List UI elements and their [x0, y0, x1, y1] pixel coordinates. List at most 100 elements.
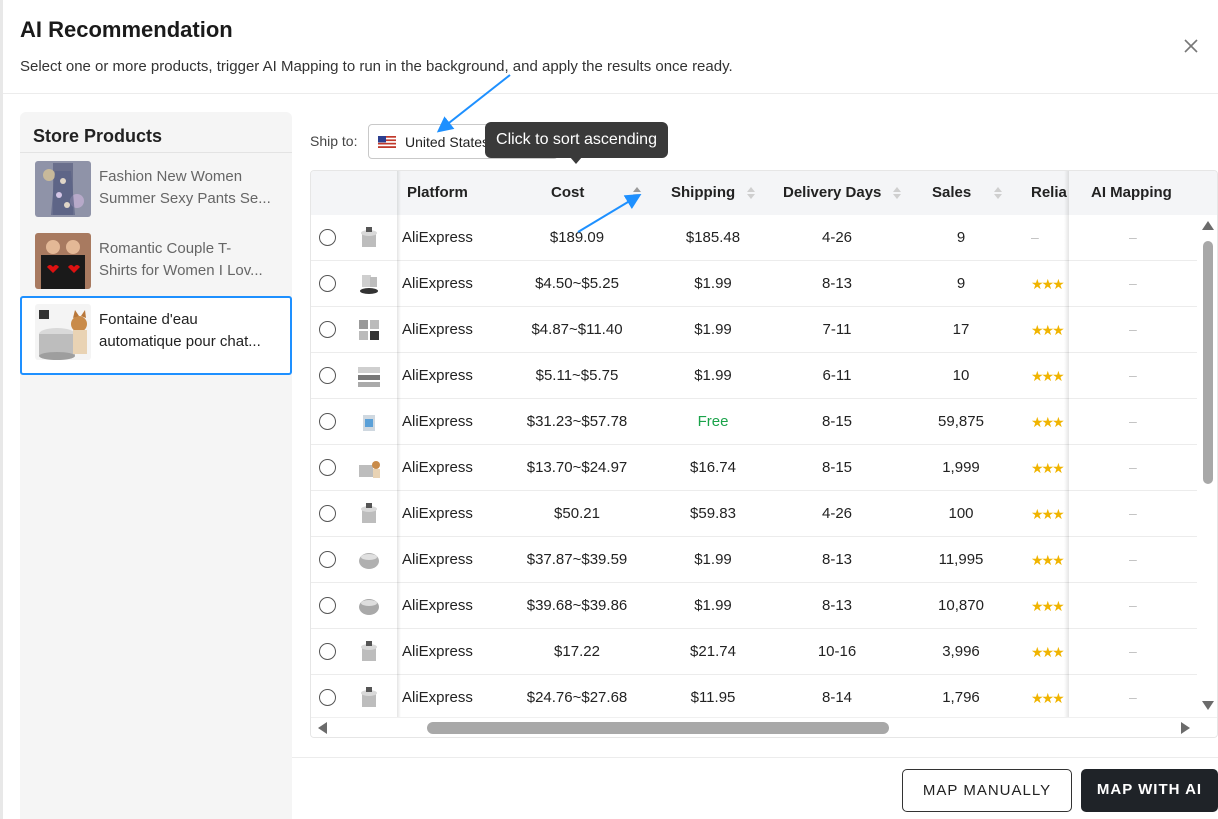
column-sales[interactable]: Sales	[932, 184, 971, 201]
shipping-cell: Free	[697, 413, 729, 430]
ai-mapping-cell: –	[1129, 689, 1137, 705]
row-select-radio[interactable]	[319, 643, 336, 660]
reliability-stars: ★★★	[1031, 368, 1065, 384]
platform-cell: AliExpress	[402, 551, 473, 568]
sales-cell: 3,996	[942, 643, 980, 660]
map-with-ai-button[interactable]: MAP WITH AI	[1081, 769, 1218, 812]
ai-mapping-cell: –	[1129, 505, 1137, 521]
shipping-cell: $1.99	[694, 551, 732, 568]
shipping-cell: $185.48	[685, 229, 741, 246]
fixed-column-shadow	[397, 171, 401, 717]
store-product-item[interactable]: Romantic Couple T- Shirts for Women I Lo…	[20, 225, 292, 297]
row-select-radio[interactable]	[319, 367, 336, 384]
store-product-item[interactable]: Fashion New Women Summer Sexy Pants Se..…	[20, 153, 292, 225]
row-select-radio[interactable]	[319, 229, 336, 246]
tooltip-arrow	[570, 157, 582, 164]
table-header: Platform Cost Shipping Delivery Days Sal…	[311, 171, 1217, 215]
ship-to-label: Ship to:	[310, 133, 358, 149]
ai-mapping-cell: –	[1129, 459, 1137, 475]
row-select-radio[interactable]	[319, 505, 336, 522]
shipping-cell: $1.99	[694, 275, 732, 292]
cost-sort-icon[interactable]	[632, 186, 642, 200]
platform-cell: AliExpress	[402, 597, 473, 614]
close-icon[interactable]	[1180, 35, 1202, 57]
shipping-sort-icon[interactable]	[746, 186, 756, 200]
row-select-radio[interactable]	[319, 459, 336, 476]
reliability-empty: –	[1031, 229, 1039, 245]
delivery-sort-icon[interactable]	[892, 186, 902, 200]
delivery-days-cell: 8-13	[821, 275, 853, 292]
delivery-days-cell: 6-11	[822, 367, 852, 384]
modal-left-edge	[0, 0, 3, 819]
sales-cell: 17	[952, 321, 970, 338]
product-thumbnail	[359, 461, 380, 478]
map-manually-button[interactable]: MAP MANUALLY	[902, 769, 1072, 812]
ai-mapping-cell: –	[1129, 597, 1137, 613]
delivery-days-cell: 8-15	[821, 459, 853, 476]
cost-cell: $4.87~$11.40	[531, 321, 623, 338]
ai-mapping-cell: –	[1129, 551, 1137, 567]
column-delivery-days[interactable]: Delivery Days	[783, 184, 881, 201]
header-divider	[3, 93, 1218, 94]
cost-cell: $17.22	[554, 643, 600, 660]
product-name: Fontaine d'eau automatique pour chat...	[99, 311, 261, 350]
product-thumbnail	[35, 304, 91, 360]
product-name: Romantic Couple T- Shirts for Women I Lo…	[99, 240, 263, 279]
cost-cell: $5.11~$5.75	[535, 367, 619, 384]
horizontal-scrollbar[interactable]	[311, 717, 1217, 737]
shipping-cell: $1.99	[694, 321, 732, 338]
row-select-radio[interactable]	[319, 551, 336, 568]
scroll-right-icon[interactable]	[1181, 722, 1190, 734]
row-select-radio[interactable]	[319, 597, 336, 614]
reliability-stars: ★★★	[1031, 506, 1065, 522]
cost-cell: $39.68~$39.86	[526, 597, 628, 614]
horizontal-scroll-thumb[interactable]	[427, 722, 889, 734]
fixed-column-shadow	[1064, 171, 1069, 717]
vertical-scroll-thumb[interactable]	[1203, 241, 1213, 484]
sales-sort-icon[interactable]	[993, 186, 1003, 200]
shipping-cell: $11.95	[690, 689, 736, 706]
sales-cell: 9	[956, 229, 966, 246]
products-table: Platform Cost Shipping Delivery Days Sal…	[310, 170, 1218, 738]
row-select-radio[interactable]	[319, 413, 336, 430]
column-shipping[interactable]: Shipping	[671, 184, 735, 201]
reliability-stars: ★★★	[1031, 276, 1065, 292]
scroll-left-icon[interactable]	[318, 722, 327, 734]
ai-mapping-cell: –	[1129, 643, 1137, 659]
scroll-down-icon[interactable]	[1202, 701, 1214, 710]
reliability-stars: ★★★	[1031, 552, 1065, 568]
product-thumbnail	[359, 599, 379, 615]
sales-cell: 9	[956, 275, 966, 292]
vertical-scrollbar[interactable]	[1199, 215, 1217, 717]
store-products-title: Store Products	[33, 126, 163, 146]
reliability-stars: ★★★	[1031, 322, 1065, 338]
platform-cell: AliExpress	[402, 689, 473, 706]
sales-cell: 10	[952, 367, 970, 384]
platform-cell: AliExpress	[402, 229, 473, 246]
ai-mapping-cell: –	[1129, 367, 1137, 383]
column-cost[interactable]: Cost	[551, 184, 584, 201]
product-thumbnail	[361, 503, 377, 523]
row-select-radio[interactable]	[319, 689, 336, 706]
row-select-radio[interactable]	[319, 275, 336, 292]
product-thumbnail	[363, 415, 375, 431]
shipping-cell: $16.74	[690, 459, 736, 476]
product-thumbnail	[360, 275, 378, 294]
reliability-stars: ★★★	[1031, 414, 1065, 430]
modal-title: AI Recommendation	[20, 17, 233, 42]
delivery-days-cell: 7-11	[822, 321, 852, 338]
row-select-radio[interactable]	[319, 321, 336, 338]
ai-mapping-cell: –	[1129, 275, 1137, 291]
delivery-days-cell: 4-26	[821, 505, 853, 522]
delivery-days-cell: 8-14	[821, 689, 853, 706]
delivery-days-cell: 8-15	[821, 413, 853, 430]
scroll-up-icon[interactable]	[1202, 221, 1214, 230]
reliability-stars: ★★★	[1031, 690, 1065, 706]
product-thumbnail	[358, 367, 380, 387]
ai-recommendation-modal: AI Recommendation Select one or more pro…	[0, 0, 1218, 819]
cost-cell: $4.50~$5.25	[535, 275, 619, 292]
us-flag-icon	[378, 136, 396, 148]
cost-cell: $37.87~$39.59	[526, 551, 628, 568]
product-thumbnail	[361, 687, 377, 707]
store-product-item-selected[interactable]: Fontaine d'eau automatique pour chat...	[20, 296, 292, 375]
